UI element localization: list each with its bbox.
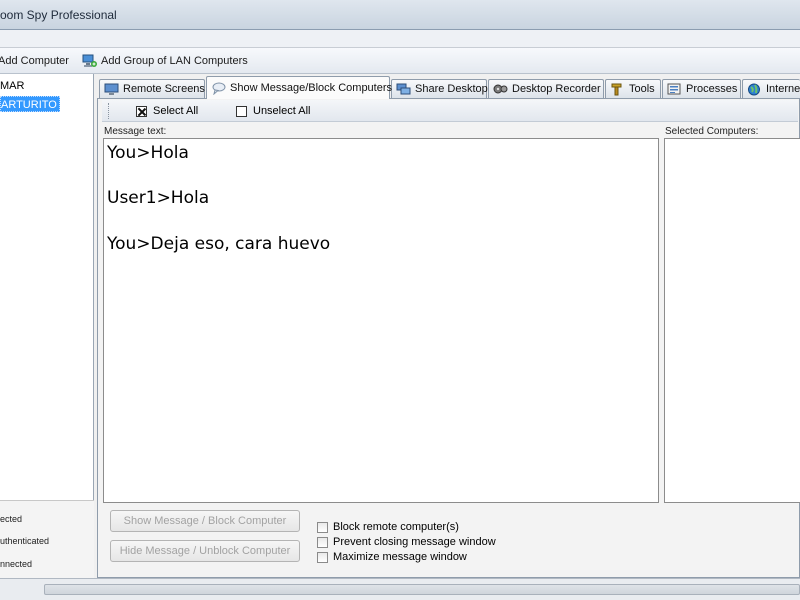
speech-bubble-icon — [211, 82, 226, 95]
message-text-area[interactable]: You>Hola User1>Hola You>Deja eso, cara h… — [103, 138, 659, 503]
selection-toolbar: Select All Unselect All — [102, 100, 798, 122]
message-text-label: Message text: — [104, 126, 167, 137]
tab-desktop-recorder[interactable]: Desktop Recorder — [488, 79, 604, 98]
show-message-button[interactable]: Show Message / Block Computer — [110, 510, 300, 532]
globe-icon — [747, 83, 762, 96]
message-line: You>Deja eso, cara huevo — [107, 234, 331, 254]
maximize-window-option[interactable]: Maximize message window — [317, 551, 467, 563]
block-remote-option[interactable]: Block remote computer(s) — [317, 521, 459, 533]
add-group-label: Add Group of LAN Computers — [101, 55, 248, 67]
add-group-icon — [82, 54, 97, 68]
add-computer-label: Add Computer — [0, 55, 69, 67]
add-group-button[interactable]: Add Group of LAN Computers — [82, 53, 248, 69]
monitor-icon — [104, 83, 119, 96]
prevent-closing-option[interactable]: Prevent closing message window — [317, 536, 496, 548]
block-remote-checkbox[interactable] — [317, 521, 328, 533]
maximize-window-checkbox[interactable] — [317, 551, 328, 563]
unselect-all-button[interactable]: Unselect All — [236, 105, 310, 117]
share-desktop-icon — [396, 83, 411, 96]
window-title: oom Spy Professional — [0, 8, 117, 22]
main-toolbar: Add Computer Add Group of LAN Computers — [0, 48, 800, 74]
selected-computers-label: Selected Computers: — [665, 126, 759, 137]
toolbar-grip[interactable] — [108, 103, 111, 119]
select-all-button[interactable]: Select All — [136, 105, 198, 117]
tab-remote-screens[interactable]: Remote Screens — [99, 79, 205, 98]
recorder-icon — [493, 83, 508, 96]
prevent-closing-checkbox[interactable] — [317, 536, 328, 548]
legend-authenticated: uthenticated — [0, 536, 50, 546]
tab-internet[interactable]: Interne — [742, 79, 800, 98]
legend-connected: ected — [0, 514, 23, 524]
title-bar: oom Spy Professional — [0, 0, 800, 30]
tools-icon — [610, 83, 625, 96]
checked-box-icon — [136, 105, 147, 117]
tab-processes[interactable]: Processes — [662, 79, 741, 98]
tab-share-desktop[interactable]: Share Desktop — [391, 79, 488, 98]
show-message-panel: Select All Unselect All Message text: Se… — [97, 98, 800, 578]
processes-icon — [667, 83, 682, 96]
message-line: You>Hola — [107, 143, 189, 163]
menu-strip — [0, 30, 800, 48]
tab-strip: Remote Screens Show Message/Block Comput… — [97, 76, 800, 99]
computer-item-mar[interactable]: MAR — [0, 78, 24, 94]
add-computer-button[interactable]: Add Computer — [0, 53, 69, 69]
hide-message-button[interactable]: Hide Message / Unblock Computer — [110, 540, 300, 562]
selected-computers-list[interactable] — [664, 138, 800, 503]
horizontal-scrollbar[interactable] — [44, 584, 800, 595]
status-bar — [0, 578, 800, 600]
status-legend: ected uthenticated nnected — [0, 500, 94, 578]
legend-not-connected: nnected — [0, 559, 33, 569]
computer-item-arturito[interactable]: ARTURITO — [0, 96, 60, 112]
tab-tools[interactable]: Tools — [605, 79, 661, 98]
main-area: Remote Screens Show Message/Block Comput… — [97, 74, 800, 578]
unchecked-box-icon — [236, 105, 247, 117]
message-line: User1>Hola — [107, 188, 210, 208]
tab-show-message[interactable]: Show Message/Block Computers — [206, 76, 392, 99]
